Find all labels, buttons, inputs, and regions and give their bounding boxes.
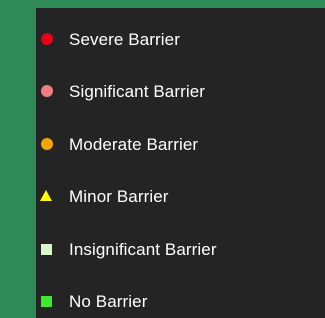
legend-panel: Severe Barrier Significant Barrier Moder… <box>36 8 325 318</box>
legend-label: Severe Barrier <box>69 30 180 49</box>
legend-label: Moderate Barrier <box>69 135 199 154</box>
orange-circle-icon <box>41 138 53 150</box>
light-red-circle-icon <box>41 85 53 97</box>
legend-label: No Barrier <box>69 292 148 311</box>
legend-label: Minor Barrier <box>69 187 169 206</box>
yellow-triangle-icon <box>40 190 52 201</box>
legend-item-no-barrier: No Barrier <box>36 286 325 316</box>
legend-label: Insignificant Barrier <box>69 240 217 259</box>
legend-item-severe-barrier: Severe Barrier <box>36 24 325 54</box>
legend-item-significant-barrier: Significant Barrier <box>36 76 325 106</box>
legend-item-minor-barrier: Minor Barrier <box>36 181 325 211</box>
legend-item-moderate-barrier: Moderate Barrier <box>36 129 325 159</box>
green-square-icon <box>41 296 52 307</box>
pale-green-square-icon <box>41 244 52 255</box>
legend-item-insignificant-barrier: Insignificant Barrier <box>36 234 325 264</box>
red-circle-icon <box>41 33 53 45</box>
legend-label: Significant Barrier <box>69 82 206 101</box>
